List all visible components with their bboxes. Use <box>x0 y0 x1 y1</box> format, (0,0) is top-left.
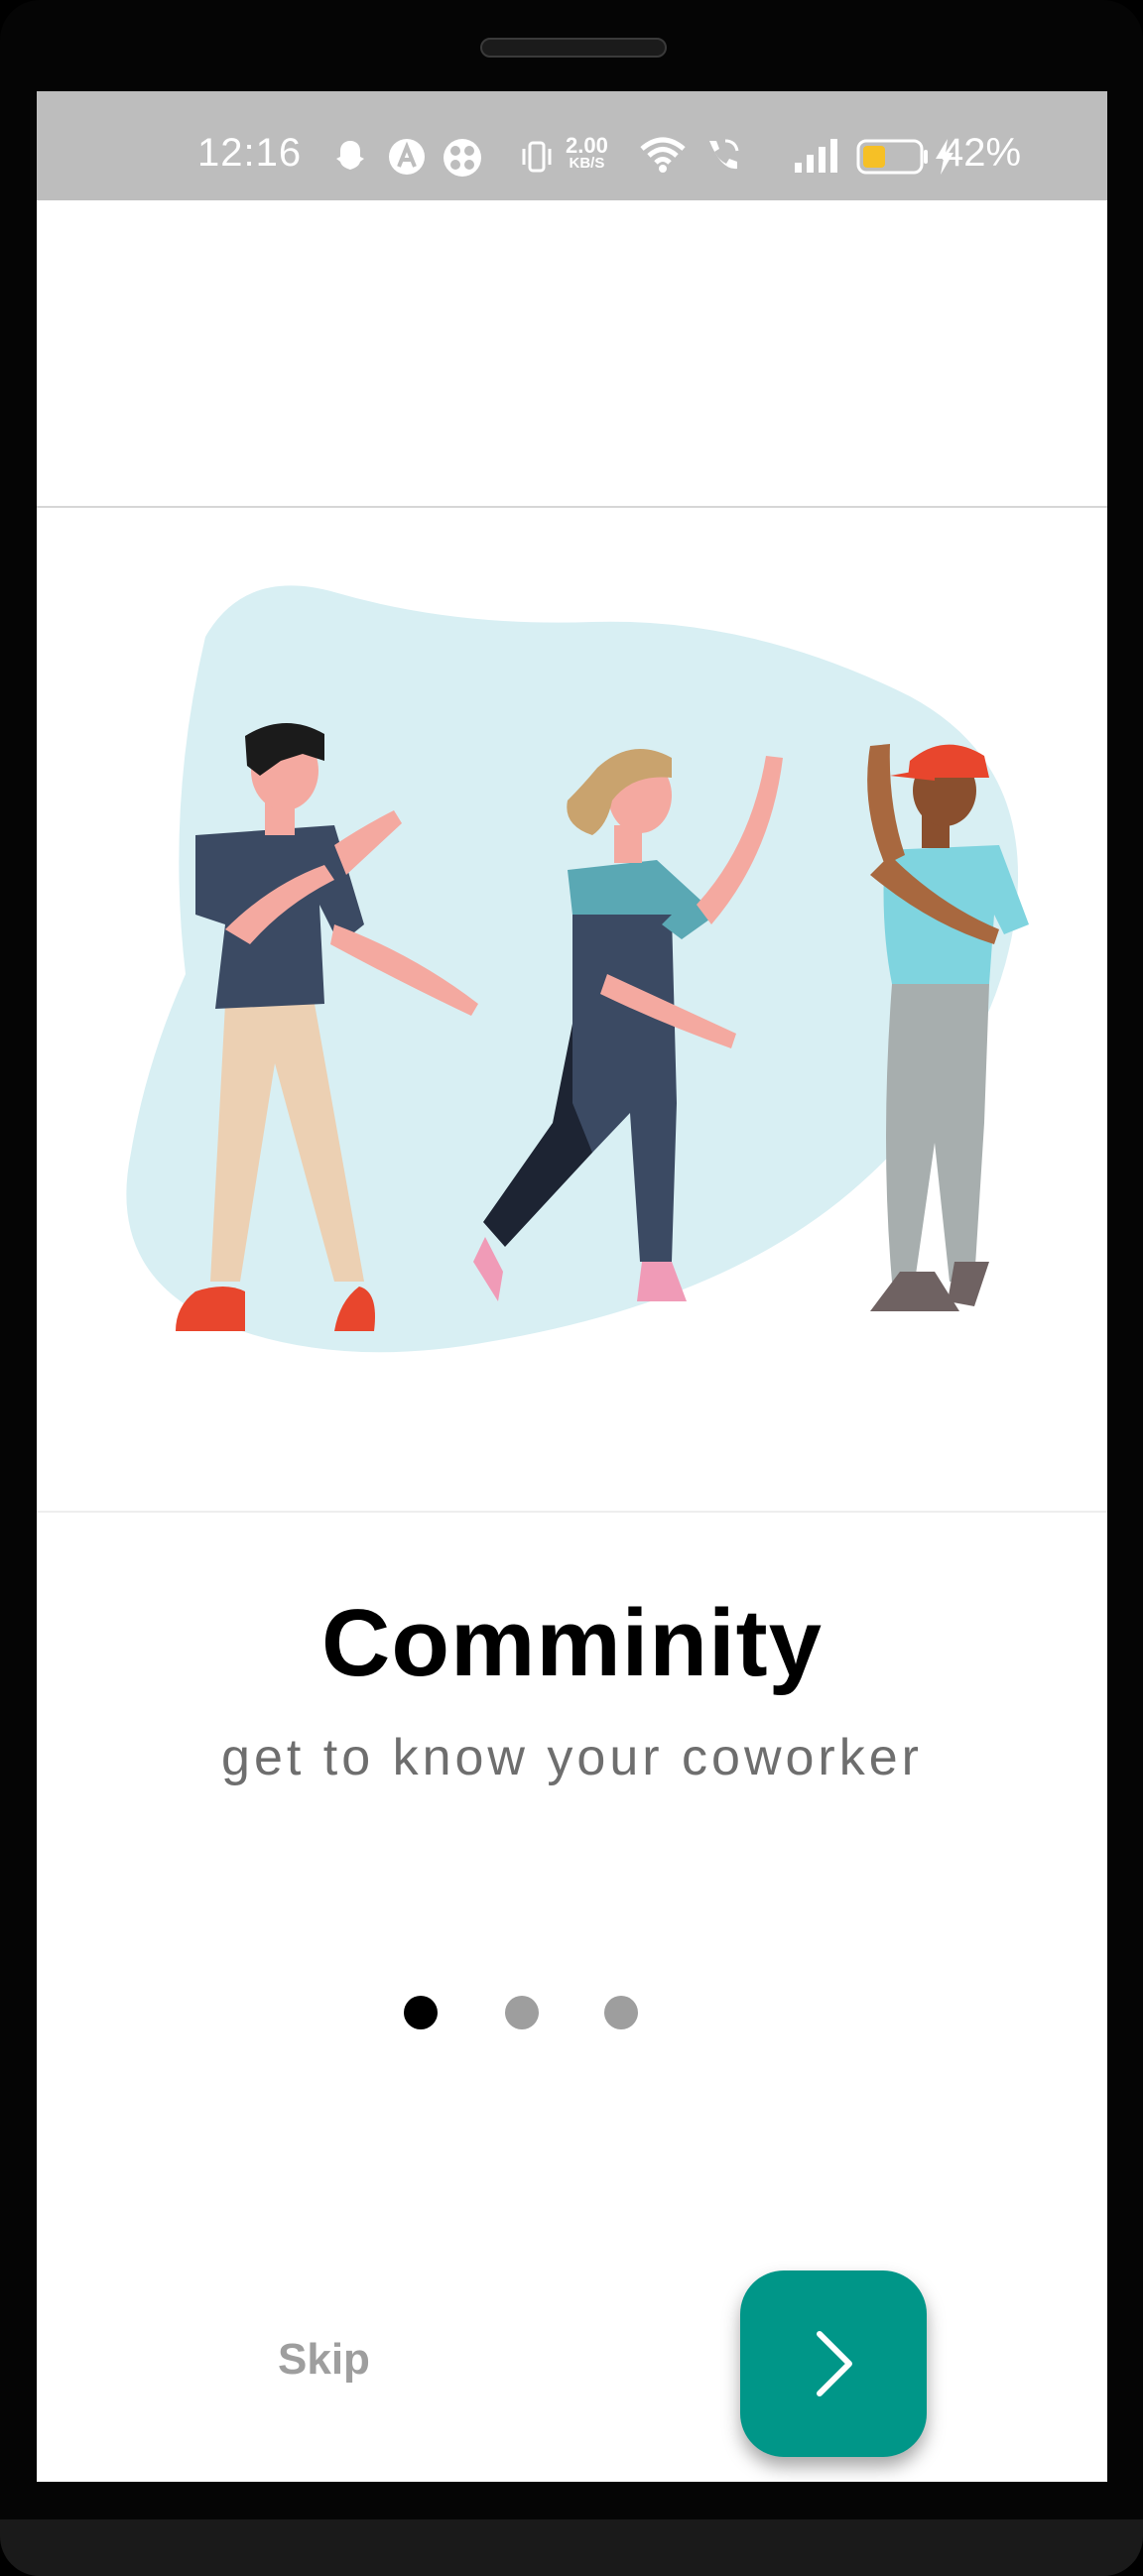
phone-frame: 12:16 2.00 KB/S 42% Comminity get to kno… <box>0 0 1143 2576</box>
phone-speaker <box>480 38 667 58</box>
chevron-right-icon <box>817 2331 852 2396</box>
battery-icon <box>856 139 928 175</box>
status-bar: 12:16 2.00 KB/S 42% <box>37 91 1107 200</box>
app-screen: 12:16 2.00 KB/S 42% Comminity get to kno… <box>37 91 1107 2482</box>
page-dot[interactable] <box>604 1996 638 2029</box>
vibrate-icon <box>522 141 552 173</box>
page-indicator <box>37 1996 1107 2035</box>
wifi-icon <box>640 137 686 173</box>
snapchat-icon <box>336 141 364 170</box>
phone-bottom-bezel <box>0 2519 1143 2576</box>
onboarding-subtitle: get to know your coworker <box>221 1729 923 1786</box>
signal-icon <box>795 139 837 173</box>
next-button[interactable] <box>740 2270 927 2457</box>
status-time: 12:16 <box>197 131 303 175</box>
app-a-icon <box>389 139 425 175</box>
page-dot-active[interactable] <box>404 1996 438 2029</box>
net-speed-unit: KB/S <box>569 155 605 172</box>
battery-percent: 42% <box>942 131 1022 175</box>
app-grid-icon <box>444 139 481 177</box>
skip-button[interactable]: Skip <box>278 2335 370 2385</box>
page-dot[interactable] <box>505 1996 539 2029</box>
onboarding-title: Comminity <box>320 1590 824 1696</box>
divider <box>37 1511 1107 1513</box>
onboarding-illustration <box>126 585 1029 1353</box>
wifi-call-icon <box>709 139 739 170</box>
net-speed: 2.00 KB/S <box>566 135 608 173</box>
